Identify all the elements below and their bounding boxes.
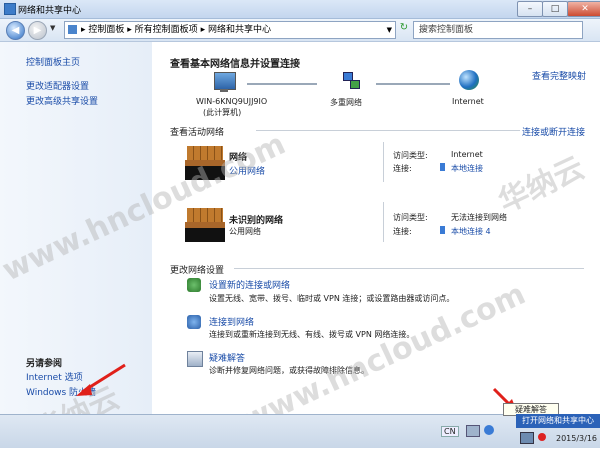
search-icon[interactable]: ⌕: [419, 23, 579, 39]
main-pane: 查看基本网络信息并设置连接 查看完整映射 WIN-6KNQ9UJJ9IO (此计…: [152, 42, 600, 414]
address-dropdown-icon[interactable]: ▼: [387, 22, 392, 38]
network-2-access-label: 访问类型:: [393, 213, 428, 222]
network-2-conn-link[interactable]: 本地连接 4: [451, 226, 491, 237]
network-2-access-value: 无法连接到网络: [451, 213, 507, 222]
language-indicator[interactable]: CN: [441, 426, 459, 437]
open-network-center-menu-item[interactable]: 打开网络和共享中心: [516, 414, 600, 428]
page-title: 查看基本网络信息并设置连接: [170, 59, 300, 70]
network-2-name: 未识别的网络: [229, 216, 284, 226]
network-2-type: 公用网络: [229, 227, 261, 236]
network-1-conn-link[interactable]: 本地连接: [451, 163, 483, 174]
change-adapter-settings-link[interactable]: 更改适配器设置: [26, 79, 89, 92]
connect-to-network-desc: 连接到或重新连接到无线、有线、拨号或 VPN 网络连接。: [209, 330, 415, 339]
network-tray-icon[interactable]: [520, 432, 534, 444]
active-networks-heading: 查看活动网络: [170, 128, 225, 138]
setup-connection-desc: 设置无线、宽带、拨号、临时或 VPN 连接；或设置路由器或访问点。: [209, 294, 455, 303]
network-1-access-value: Internet: [451, 150, 483, 159]
window-icon: [4, 3, 16, 15]
network-1-conn-label: 连接:: [393, 164, 412, 173]
bench-icon: [185, 208, 225, 242]
connection-icon: [440, 226, 445, 234]
connect-network-icon: [187, 315, 201, 329]
back-button[interactable]: ◀: [6, 21, 25, 40]
control-panel-icon: [68, 25, 77, 34]
troubleshoot-link[interactable]: 疑难解答: [209, 351, 245, 364]
see-full-map-link[interactable]: 查看完整映射: [532, 69, 586, 82]
help-tray-icon[interactable]: [484, 425, 494, 435]
network-1-name: 网络: [229, 153, 248, 163]
breadcrumb-all-items[interactable]: 所有控制面板项: [135, 25, 198, 35]
multi-network-icon: [341, 72, 360, 90]
change-sharing-settings-link[interactable]: 更改高级共享设置: [26, 94, 98, 107]
connection-icon: [440, 163, 445, 171]
search-input[interactable]: 搜索控制面板 ⌕: [413, 21, 583, 39]
maximize-button[interactable]: □: [542, 1, 568, 17]
keyboard-icon[interactable]: [466, 425, 480, 437]
troubleshoot-icon: [187, 351, 203, 367]
setup-connection-link[interactable]: 设置新的连接或网络: [209, 278, 290, 291]
connect-to-network-link[interactable]: 连接到网络: [209, 315, 254, 328]
new-connection-icon: [187, 278, 201, 292]
control-panel-home-link[interactable]: 控制面板主页: [26, 55, 80, 68]
connect-disconnect-link[interactable]: 连接或断开连接: [522, 125, 585, 138]
address-bar: ◀ ▶ ▼ ▸ 控制面板 ▸ 所有控制面板项 ▸ 网络和共享中心 ▼ ↻ 搜索控…: [0, 19, 600, 42]
computer-name: WIN-6KNQ9UJJ9IO: [196, 97, 268, 106]
minimize-button[interactable]: –: [517, 1, 543, 17]
red-arrow-annotation: [76, 363, 126, 396]
computer-icon: [214, 72, 236, 90]
internet-globe-icon: [459, 70, 479, 90]
taskbar: CN 2015/3/16: [0, 414, 600, 448]
multi-network-label: 多重网络: [330, 98, 362, 107]
breadcrumb: ▸ 控制面板 ▸ 所有控制面板项 ▸ 网络和共享中心: [81, 22, 271, 38]
close-button[interactable]: ✕: [567, 1, 600, 17]
error-tray-icon[interactable]: [538, 433, 546, 441]
computer-sub: (此计算机): [203, 108, 242, 117]
address-field[interactable]: ▸ 控制面板 ▸ 所有控制面板项 ▸ 网络和共享中心 ▼: [64, 21, 396, 39]
network-1-type-link[interactable]: 公用网络: [229, 164, 265, 177]
change-settings-heading: 更改网络设置: [170, 266, 225, 276]
breadcrumb-control-panel[interactable]: 控制面板: [88, 25, 124, 35]
forward-button[interactable]: ▶: [28, 21, 47, 40]
breadcrumb-sep-icon: ▸: [200, 25, 208, 35]
clock-date: 2015/3/16: [556, 434, 598, 443]
network-2-conn-label: 连接:: [393, 227, 412, 236]
window-title: 网络和共享中心: [18, 6, 82, 16]
troubleshoot-desc: 诊断并修复网络问题，或获得故障排除信息。: [209, 366, 369, 375]
refresh-button[interactable]: ↻: [397, 22, 411, 36]
breadcrumb-current[interactable]: 网络和共享中心: [208, 25, 271, 35]
internet-label: Internet: [452, 97, 484, 106]
left-pane: 控制面板主页 更改适配器设置 更改高级共享设置 另请参阅 Internet 选项…: [0, 42, 152, 414]
breadcrumb-sep-icon: ▸: [127, 25, 135, 35]
title-bar: 网络和共享中心 – □ ✕: [0, 0, 600, 19]
history-dropdown-icon[interactable]: ▼: [50, 24, 55, 32]
network-1-access-label: 访问类型:: [393, 151, 428, 160]
bench-icon: [185, 146, 225, 180]
see-also-heading: 另请参阅: [26, 359, 63, 369]
